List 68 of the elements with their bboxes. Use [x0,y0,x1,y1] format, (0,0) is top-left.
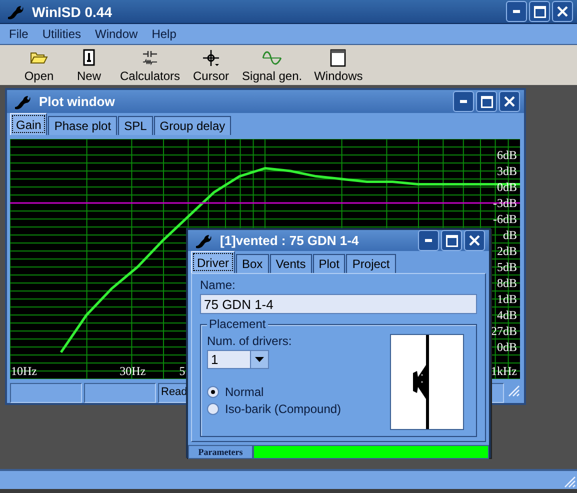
minimize-icon [460,100,467,104]
radio-option[interactable]: Normal [207,385,342,399]
y-tick-label: dB [502,228,517,242]
tab[interactable]: SPL [118,116,153,136]
menu-item[interactable]: Utilities [35,27,88,41]
tab[interactable]: Project [346,254,396,273]
tab[interactable]: Plot [312,254,346,273]
y-tick-label: 8dB [496,276,517,290]
maximize-button[interactable] [441,230,462,251]
x-tick-label: 30Hz [120,364,146,378]
toolbar-button[interactable]: Signal gen. [236,48,308,82]
window-title: WinISD 0.44 [32,4,114,20]
tab[interactable]: Vents [270,254,312,273]
close-button[interactable] [499,91,520,112]
x-tick-label: 1kHz [491,364,517,378]
x-tick-label: 10Hz [11,364,37,378]
toolbar-button[interactable]: Windows [308,48,369,82]
minimize-button[interactable] [418,230,439,251]
minimize-button[interactable] [506,1,527,22]
tab[interactable]: Phase plot [48,116,118,136]
maximize-icon [534,6,546,18]
tab[interactable]: Group delay [154,116,232,136]
status-pane: Parameters [188,445,253,459]
y-tick-label: -6dB [493,212,517,226]
close-button[interactable] [464,230,485,251]
y-tick-label: 27dB [490,324,517,338]
y-tick-label: 6dB [496,148,517,162]
input-field[interactable]: 75 GDN 1-4 [200,294,477,314]
maximize-button[interactable] [476,91,497,112]
group-title: Placement [207,317,268,331]
minimize-button[interactable] [453,91,474,112]
caret-icon [255,357,264,362]
y-tick-label: 2dB [496,244,517,258]
field-label: Name: [200,278,236,292]
minimize-icon [425,239,432,242]
field-label: Num. of drivers: [207,334,293,348]
tab[interactable]: Driver [191,251,235,273]
y-tick-label: 0dB [496,340,517,354]
y-tick-label: 5dB [496,260,517,274]
y-tick-label: 1dB [496,292,517,306]
close-icon [469,235,480,246]
minimize-icon [513,10,520,13]
toolbar-button[interactable]: New [64,48,114,82]
resize-grip-icon [562,474,576,488]
maximize-icon [480,96,492,108]
close-icon [557,6,568,17]
dropdown[interactable]: 1 [207,350,269,369]
crosshair-icon [201,48,222,68]
x-tick-label: 5 [179,364,186,378]
tab[interactable]: Gain [10,113,48,136]
close-icon [504,96,515,108]
toolbar-button[interactable]: Cursor [186,48,236,82]
radio-option[interactable]: Iso-barik (Compound) [207,402,342,416]
menu-item[interactable]: File [2,27,36,41]
maximize-icon [446,234,458,246]
window-title: [1]vented : 75 GDN 1-4 [220,233,360,248]
toolbar-button[interactable]: Calculators [114,48,186,82]
tab[interactable]: Box [236,254,269,273]
menu-item[interactable]: Help [144,27,184,41]
window-icon [328,48,348,68]
toolbar-button[interactable]: Open [14,48,64,82]
window-title: Plot window [39,94,116,110]
close-button[interactable] [552,1,573,22]
y-tick-label: 3dB [496,164,517,178]
maximize-button[interactable] [529,1,550,22]
menu-item[interactable]: Window [88,27,145,41]
resize-grip-icon [506,383,520,398]
y-tick-label: 4dB [496,308,517,322]
